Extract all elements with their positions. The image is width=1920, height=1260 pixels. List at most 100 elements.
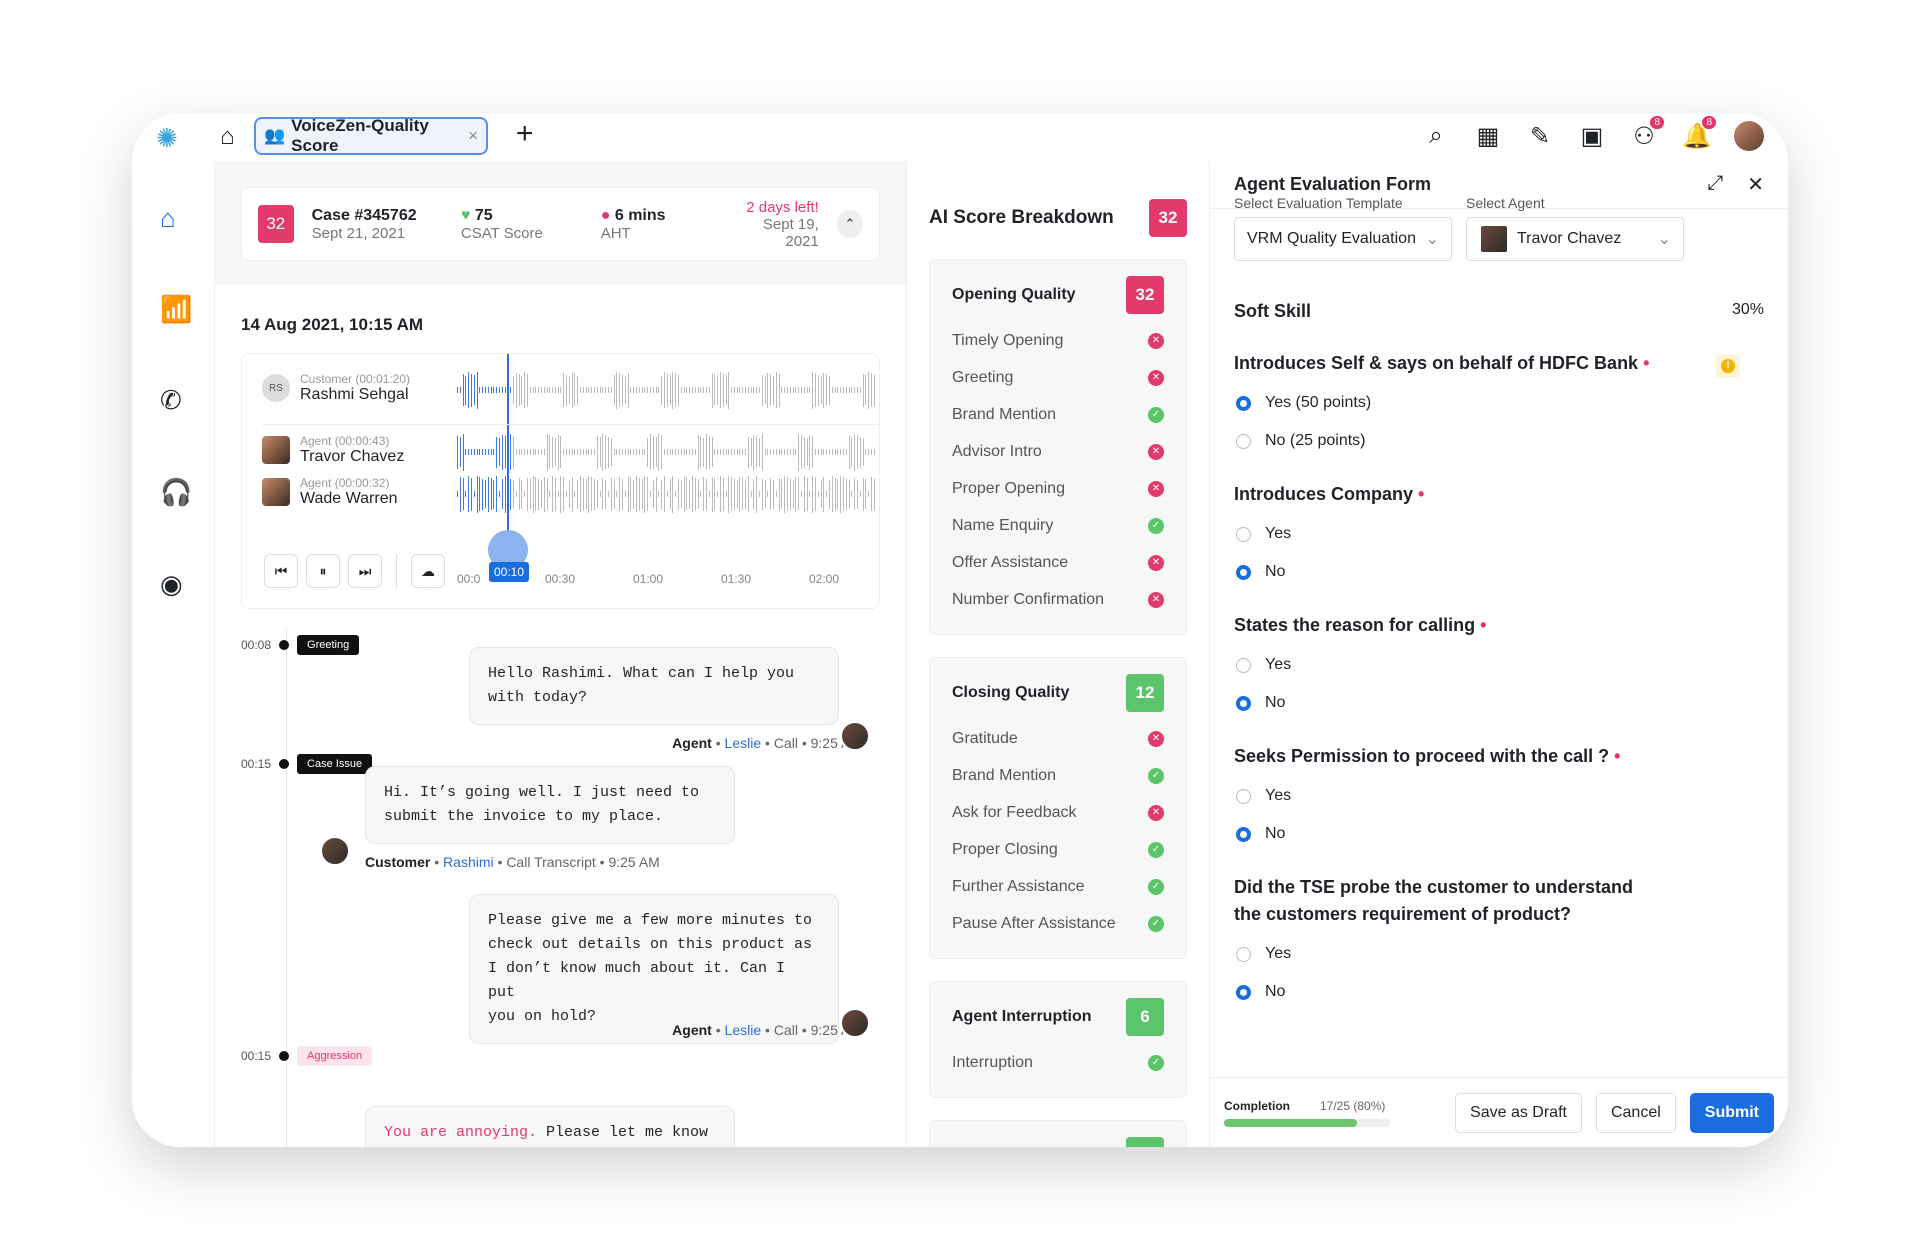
wave-bar <box>605 387 607 393</box>
app-logo-icon[interactable]: ✺ <box>156 123 178 154</box>
score-item: Greeting ✕ <box>952 359 1164 396</box>
section-header[interactable]: Courtesies6 <box>952 1137 1164 1147</box>
wave-bar <box>840 387 841 393</box>
waveform[interactable] <box>457 370 875 410</box>
radio-option[interactable]: No (25 points) <box>1234 429 1764 453</box>
wave-bar <box>498 438 500 466</box>
radio-option[interactable]: Yes (50 points) <box>1234 391 1764 415</box>
sender-name[interactable]: Leslie <box>725 1022 762 1038</box>
radio-option[interactable]: No <box>1234 980 1764 1004</box>
skip-back-button[interactable]: ⏮ <box>264 554 298 588</box>
wave-bar <box>459 437 461 467</box>
wave-bar <box>856 479 858 509</box>
team-icon[interactable]: ⚇ 8 <box>1630 115 1664 151</box>
wave-bar <box>680 480 682 508</box>
radio-option[interactable]: No <box>1234 560 1764 584</box>
timeline-event[interactable]: 00:08 Greeting <box>241 635 360 655</box>
sender-name[interactable]: Leslie <box>725 735 762 751</box>
wave-bar <box>669 479 671 509</box>
wave-bar <box>605 435 607 469</box>
calendar-icon[interactable]: ▣ <box>1578 122 1606 151</box>
headset-icon[interactable]: 🎧 <box>160 477 192 508</box>
waveform[interactable] <box>457 432 875 472</box>
wave-bar <box>689 449 690 455</box>
radio-option[interactable]: No <box>1234 691 1764 715</box>
wave-bar <box>602 433 604 471</box>
wave-bar <box>577 375 579 405</box>
sender-role: Agent <box>672 735 712 751</box>
timeline-event[interactable]: 00:15 Aggression <box>241 1046 373 1066</box>
wave-bar <box>873 374 875 406</box>
edit-icon[interactable]: ✎ <box>1526 122 1554 151</box>
wave-bar <box>700 387 702 393</box>
radio-option[interactable]: Yes <box>1234 784 1764 808</box>
analytics-icon[interactable]: 📶 <box>160 294 192 325</box>
radio-button[interactable] <box>1236 826 1251 842</box>
submit-button[interactable]: Submit <box>1689 1092 1774 1133</box>
download-cloud-button[interactable]: ☁ <box>411 554 445 588</box>
activity-icon[interactable]: ◉ <box>160 569 183 600</box>
check-circle-icon: ✓ <box>1148 915 1164 932</box>
radio-option[interactable]: Yes <box>1234 522 1764 546</box>
wave-bar <box>820 480 822 508</box>
wave-bar <box>828 375 830 405</box>
question-text: Introduces Self & says on behalf of HDFC… <box>1234 353 1639 373</box>
pause-button[interactable]: ⏸ <box>306 554 340 588</box>
section-header[interactable]: Closing Quality 12 <box>952 674 1164 712</box>
sender-role: Customer <box>365 854 431 870</box>
wave-bar <box>834 449 836 455</box>
section-header[interactable]: Agent Interruption 6 <box>952 998 1164 1036</box>
wave-bar <box>622 374 623 406</box>
home-icon[interactable]: ⌂ <box>220 123 235 151</box>
wave-bar <box>468 449 469 455</box>
radio-button[interactable] <box>1236 433 1251 449</box>
template-select[interactable]: VRM Quality Evaluation ⌄ <box>1234 217 1452 261</box>
wave-bar <box>845 449 847 455</box>
wave-bar <box>482 449 483 455</box>
radio-button[interactable] <box>1236 984 1251 1000</box>
radio-button[interactable] <box>1236 695 1251 711</box>
new-tab-button[interactable]: + <box>516 117 534 151</box>
save-draft-button[interactable]: Save as Draft <box>1455 1092 1582 1133</box>
top-bar: ✺ ⌂ 👥 VoiceZen-Quality Score × + ⌕ ▦ ✎ ▣… <box>132 113 1788 161</box>
wave-bar <box>479 387 481 393</box>
cancel-button[interactable]: Cancel <box>1595 1092 1676 1133</box>
user-avatar[interactable] <box>1734 121 1764 151</box>
radio-button[interactable] <box>1236 395 1251 411</box>
close-icon[interactable]: ✕ <box>1747 172 1764 197</box>
search-icon[interactable]: ⌕ <box>1422 122 1450 150</box>
timeline-event[interactable]: 00:15 Case Issue <box>241 754 373 774</box>
radio-option[interactable]: No <box>1234 822 1764 846</box>
wave-bar <box>854 478 855 510</box>
radio-button[interactable] <box>1236 564 1251 580</box>
wave-bar <box>750 387 752 393</box>
collapse-button[interactable]: ⌃ <box>836 210 864 238</box>
agent-select[interactable]: Travor Chavez ⌄ <box>1466 217 1684 261</box>
radio-button[interactable] <box>1236 657 1251 673</box>
bell-icon[interactable]: 🔔 8 <box>1682 115 1716 151</box>
radio-button[interactable] <box>1236 946 1251 962</box>
wave-bar <box>837 387 839 393</box>
tab-close-icon[interactable]: × <box>468 126 478 146</box>
radio-button[interactable] <box>1236 788 1251 804</box>
wave-bar <box>496 476 497 512</box>
wave-bar <box>647 387 648 393</box>
wave-bar <box>809 434 811 470</box>
expand-icon[interactable]: ⤢ <box>1707 172 1723 197</box>
waveform[interactable] <box>457 474 875 514</box>
wave-bar <box>823 476 825 512</box>
radio-option[interactable]: Yes <box>1234 942 1764 966</box>
wave-bar <box>801 435 802 469</box>
radio-option[interactable]: Yes <box>1234 653 1764 677</box>
apps-grid-icon[interactable]: ▦ <box>1474 122 1502 151</box>
wave-bar <box>728 475 730 513</box>
sender-name[interactable]: Rashimi <box>443 854 494 870</box>
phone-icon[interactable]: ✆ <box>160 385 182 416</box>
wave-bar <box>689 479 690 509</box>
wave-bar <box>862 477 864 511</box>
tab-voicezen-quality-score[interactable]: 👥 VoiceZen-Quality Score × <box>254 116 488 155</box>
home-icon[interactable]: ⌂ <box>160 203 176 234</box>
radio-button[interactable] <box>1236 526 1251 542</box>
section-header[interactable]: Opening Quality 32 <box>952 276 1164 314</box>
skip-forward-button[interactable]: ⏭ <box>348 554 382 588</box>
